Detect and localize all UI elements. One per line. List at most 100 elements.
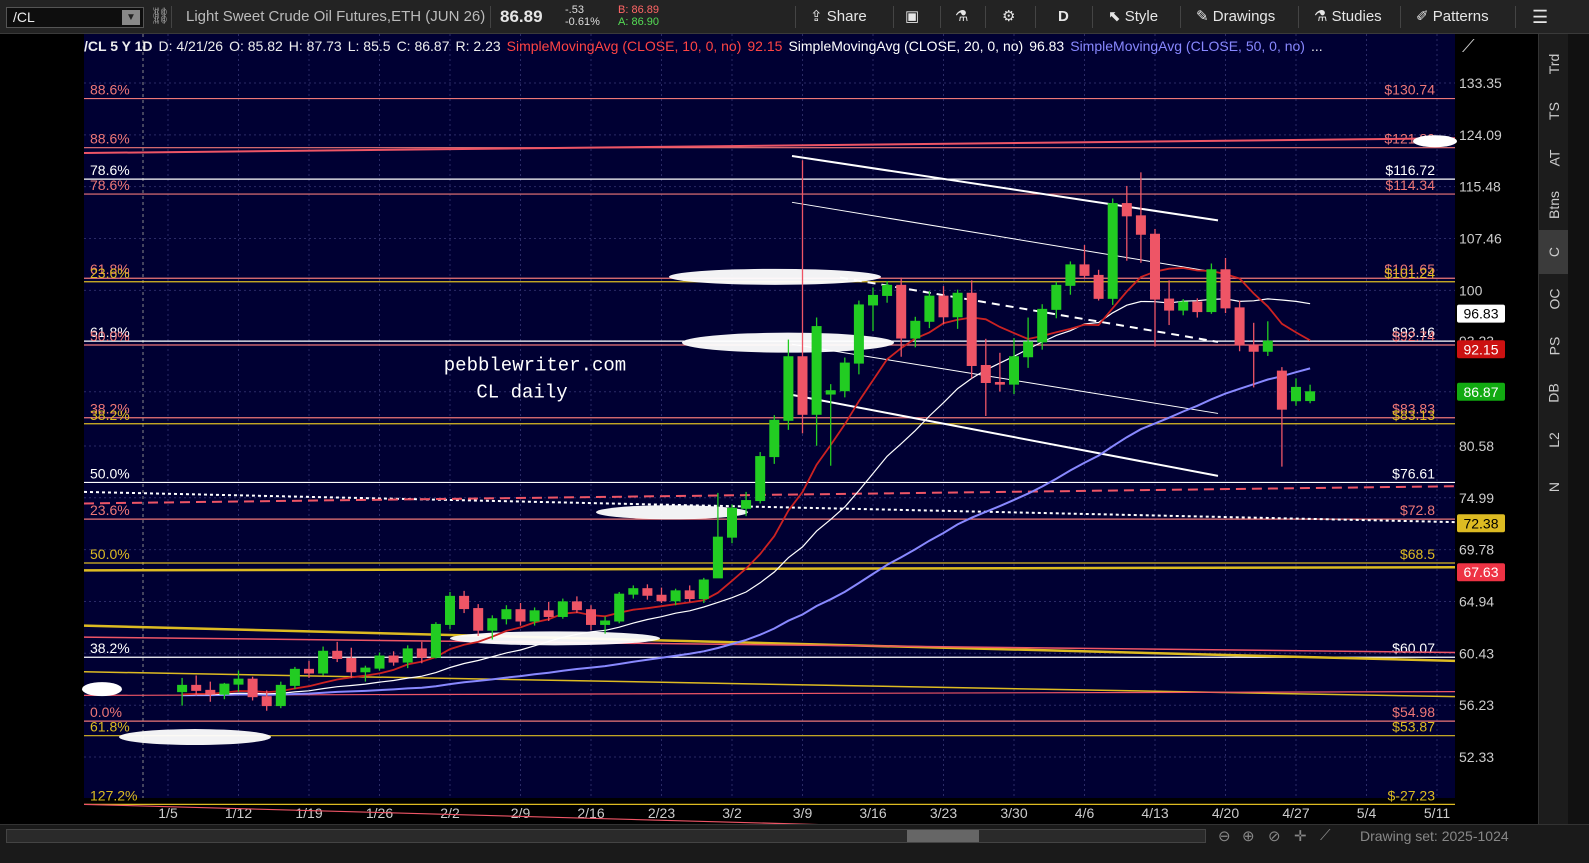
highlight-ellipse: [82, 682, 122, 697]
sidebar-tab-btns[interactable]: Btns: [1539, 183, 1569, 227]
sma20-value: 96.83: [1029, 38, 1065, 54]
candle-body: [980, 364, 991, 383]
sidebar-tab-ps[interactable]: PS: [1539, 324, 1569, 368]
studies-button[interactable]: ⚗ Studies: [1314, 0, 1382, 34]
zoom-reset-icon[interactable]: ⊘: [1268, 827, 1281, 845]
candle-body: [1135, 215, 1146, 235]
sidebar-tab-db[interactable]: DB: [1539, 371, 1569, 415]
crosshair-icon[interactable]: ✛: [1294, 827, 1307, 845]
candle-body: [1023, 341, 1034, 358]
menu-icon[interactable]: ☰: [1532, 0, 1548, 34]
candle-body: [1093, 274, 1104, 299]
zoom-in-icon[interactable]: ⊕: [1242, 827, 1255, 845]
sma10-label: SimpleMovingAvg (CLOSE, 10, 0, no): [506, 38, 742, 54]
candle-body: [501, 609, 512, 620]
y-tick-label: 56.23: [1459, 697, 1494, 713]
price-chart[interactable]: 1/51/121/191/262/22/92/162/233/23/93/163…: [0, 34, 1538, 843]
pencil-icon: ✎: [1196, 8, 1209, 25]
cursor-icon: ⬉: [1108, 8, 1121, 25]
x-tick-label: 3/2: [722, 805, 742, 821]
candle-body: [628, 588, 639, 595]
sidebar-tab-l2[interactable]: L2: [1539, 418, 1569, 462]
candle-body: [656, 594, 667, 602]
candle-body: [614, 593, 625, 622]
instrument-description: Light Sweet Crude Oil Futures,ETH (JUN 2…: [186, 8, 486, 25]
horizontal-scrollbar[interactable]: [6, 829, 1206, 843]
y-tick-label: 100: [1459, 282, 1483, 298]
snapshot-button[interactable]: ▣: [905, 0, 919, 34]
candle-body: [402, 648, 413, 663]
symbol-selector[interactable]: /CL ▼: [6, 7, 144, 28]
studies-label: Studies: [1331, 8, 1382, 25]
draw-line-icon[interactable]: ⟋: [1462, 36, 1475, 57]
patterns-button[interactable]: ✐ Patterns: [1416, 0, 1489, 34]
zoom-out-icon[interactable]: ⊖: [1218, 827, 1231, 845]
candle-body: [360, 667, 371, 673]
highlight-ellipse: [119, 729, 271, 746]
line-icon[interactable]: ⟋: [1320, 827, 1331, 844]
candle-body: [769, 419, 780, 458]
fib-right-label: $83.13: [1392, 407, 1435, 423]
style-button[interactable]: ⬉ Style: [1108, 0, 1158, 34]
fib-left-label: 127.2%: [90, 787, 137, 803]
fib-right-label: $101.24: [1384, 265, 1435, 281]
sidebar-tab-label: Btns: [1545, 190, 1562, 220]
header-high: H: 87.73: [288, 38, 342, 54]
ask-price: A: 86.90: [618, 16, 659, 28]
period-button[interactable]: D: [1058, 0, 1069, 34]
sidebar-tab-n[interactable]: N: [1539, 465, 1569, 509]
header-range: R: 2.23: [455, 38, 501, 54]
chevron-down-icon[interactable]: ▼: [122, 10, 140, 25]
x-tick-label: 3/16: [859, 805, 886, 821]
candle-body: [966, 292, 977, 366]
patterns-label: Patterns: [1432, 8, 1489, 25]
sidebar-tab-oc[interactable]: OC: [1539, 277, 1569, 321]
scrollbar-thumb[interactable]: [907, 830, 979, 842]
candle-body: [261, 696, 272, 707]
flask-icon: ⚗: [955, 8, 969, 25]
x-tick-label: 3/23: [930, 805, 957, 821]
bid-price: B: 86.89: [618, 4, 659, 16]
drawings-button[interactable]: ✎ Drawings: [1196, 0, 1275, 34]
candle-body: [374, 655, 385, 669]
sidebar-tab-at[interactable]: AT: [1539, 136, 1569, 180]
highlight-ellipse: [1413, 135, 1457, 148]
candle-body: [219, 683, 230, 695]
right-edge: [1568, 34, 1589, 824]
fib-left-label: 50.0%: [90, 328, 130, 344]
candle-body: [811, 326, 822, 415]
change-box: -.53 -0.61%: [565, 4, 600, 28]
candle-body: [177, 684, 188, 693]
y-tick-label: 124.09: [1459, 127, 1502, 143]
chart-area[interactable]: 1/51/121/191/262/22/92/162/233/23/93/163…: [0, 34, 1589, 843]
y-tick-label: 115.48: [1459, 179, 1501, 195]
fib-right-label: $116.72: [1385, 162, 1435, 178]
share-button[interactable]: ⇪ Share: [810, 0, 867, 34]
fib-left-label: 23.6%: [90, 265, 130, 281]
settings-button[interactable]: ⚙: [1002, 0, 1015, 34]
candle-body: [543, 610, 554, 617]
candle-body: [938, 295, 949, 318]
sidebar-tab-ts[interactable]: TS: [1539, 89, 1569, 133]
right-sidebar: Trd TS AT Btns C OC PS DB L2 N: [1538, 34, 1569, 824]
fib-left-label: 38.2%: [90, 407, 130, 423]
y-tick-label: 60.43: [1459, 645, 1494, 661]
sidebar-tab-c[interactable]: C: [1539, 230, 1569, 274]
candle-body: [868, 294, 878, 306]
y-tick-label: 133.35: [1459, 75, 1502, 91]
watermark-site: pebblewriter.com: [444, 354, 626, 376]
fib-right-label: $76.61: [1392, 465, 1435, 481]
fib-right-label: $53.87: [1392, 719, 1435, 735]
sidebar-tab-trd[interactable]: Trd: [1539, 42, 1569, 86]
link-icon[interactable]: ⛓: [150, 0, 170, 34]
header-more[interactable]: ...: [1311, 38, 1323, 54]
fib-right-label: $72.8: [1400, 502, 1435, 518]
fib-left-label: 88.6%: [90, 131, 130, 147]
sidebar-tab-label: L2: [1545, 432, 1562, 448]
fib-right-label: $-27.23: [1388, 787, 1436, 803]
x-tick-label: 2/9: [511, 805, 531, 821]
candle-body: [346, 657, 357, 673]
net-change: -.53: [565, 4, 584, 16]
flask-button[interactable]: ⚗: [955, 0, 968, 34]
candle-body: [416, 648, 427, 658]
